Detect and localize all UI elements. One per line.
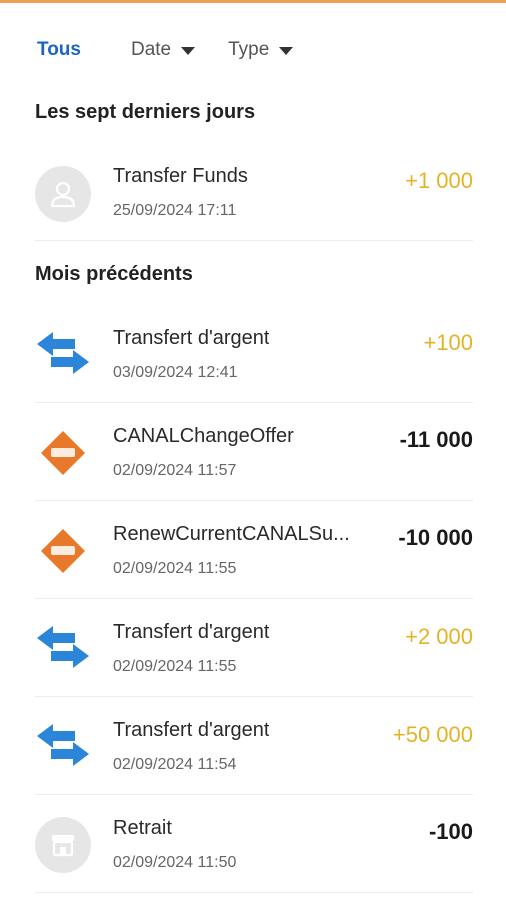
transaction-name: CANALChangeOffer: [113, 425, 294, 447]
filter-all-label: Tous: [37, 39, 81, 60]
transaction-date: 03/09/2024 12:41: [113, 364, 238, 381]
transaction-row[interactable]: Transfert d'argent 02/09/2024 11:54 +50 …: [35, 697, 473, 795]
transaction-name: RenewCurrentCANALSu...: [113, 523, 350, 545]
transaction-amount: +2 000: [405, 624, 473, 649]
transaction-row[interactable]: CANALChangeOffer 02/09/2024 11:57 -11 00…: [35, 403, 473, 501]
filter-date-label: Date: [130, 39, 172, 60]
transaction-row[interactable]: Transfer Funds 25/09/2024 17:11 +1 000: [35, 143, 473, 241]
transaction-row[interactable]: Transfert d'argent 03/09/2024 12:41 +100: [35, 305, 473, 403]
transaction-name: Retrait: [113, 817, 172, 839]
transaction-date: 02/09/2024 11:55: [113, 658, 237, 675]
transaction-name: Transfert d'argent: [113, 621, 270, 643]
caret-down-icon: [279, 46, 294, 55]
filter-date-dropdown[interactable]: Date: [130, 39, 196, 61]
transaction-amount: +1 000: [405, 168, 473, 193]
store-icon: [35, 817, 91, 873]
transaction-row[interactable]: RenewCurrentCANALSu... 02/09/2024 11:55 …: [35, 501, 473, 599]
filter-all-tab[interactable]: Tous: [37, 39, 81, 61]
transaction-amount: +50 000: [392, 722, 473, 747]
transaction-row[interactable]: Retrait 02/09/2024 11:50 -100: [35, 795, 473, 893]
filter-bar: Tous Date Type: [37, 38, 294, 62]
transaction-amount: +100: [423, 330, 473, 355]
top-accent-bar: [0, 0, 506, 3]
caret-down-icon: [181, 46, 196, 55]
money-logo-icon: [35, 523, 91, 579]
transfer-arrows-icon: [35, 717, 91, 773]
section-title-last-seven-days: Les sept derniers jours: [35, 101, 256, 123]
transaction-date: 02/09/2024 11:50: [113, 854, 237, 871]
section-title-previous-months: Mois précédents: [35, 263, 193, 285]
transaction-name: Transfer Funds: [113, 165, 248, 187]
transaction-date: 02/09/2024 11:54: [113, 756, 237, 773]
transaction-amount: -11 000: [399, 427, 473, 452]
transaction-date: 02/09/2024 11:57: [113, 462, 237, 479]
user-avatar-icon: [35, 166, 91, 222]
filter-type-dropdown[interactable]: Type: [228, 39, 294, 61]
transaction-date: 02/09/2024 11:55: [113, 560, 237, 577]
transaction-amount: -10 000: [398, 525, 473, 550]
transaction-name: Transfert d'argent: [113, 327, 270, 349]
transaction-amount: -100: [428, 819, 473, 844]
transfer-arrows-icon: [35, 619, 91, 675]
transaction-date: 25/09/2024 17:11: [113, 202, 237, 219]
transfer-arrows-icon: [35, 325, 91, 381]
transaction-row[interactable]: Transfert d'argent 02/09/2024 11:55 +2 0…: [35, 599, 473, 697]
transaction-name: Transfert d'argent: [113, 719, 270, 741]
money-logo-icon: [35, 425, 91, 481]
filter-type-label: Type: [228, 39, 270, 60]
